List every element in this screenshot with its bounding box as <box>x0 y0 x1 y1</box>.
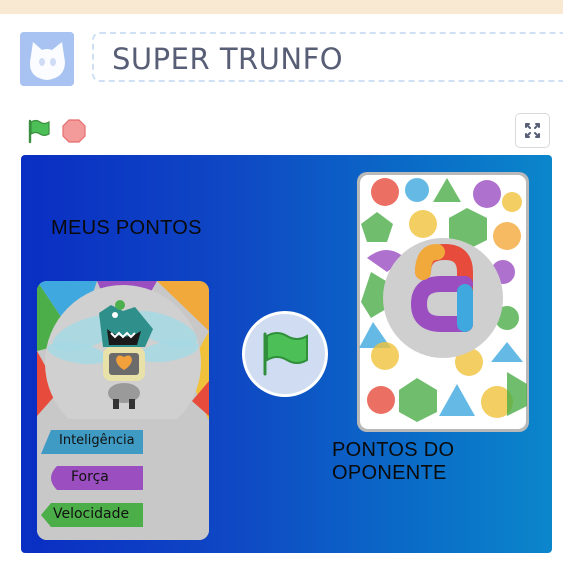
project-title-field[interactable]: SUPER TRUNFO <box>92 32 563 82</box>
stage[interactable]: MEUS PONTOS Inteligência Força Velocidad… <box>21 155 552 553</box>
stat-label: Força <box>71 469 109 485</box>
stop-button[interactable] <box>62 119 86 143</box>
project-title[interactable]: SUPER TRUNFO <box>112 42 343 76</box>
stop-icon <box>62 119 86 143</box>
top-strip <box>0 0 563 14</box>
stat-label: Velocidade <box>53 506 130 522</box>
scratch-cat-icon <box>20 32 74 86</box>
stat-label: Inteligência <box>59 433 135 448</box>
my-points-label: MEUS PONTOS <box>51 217 202 239</box>
fullscreen-icon <box>525 123 540 138</box>
fullscreen-button[interactable] <box>515 113 550 148</box>
opponent-points-label: PONTOS DO OPONENTE <box>332 439 455 484</box>
green-flag-icon <box>263 332 308 376</box>
my-card-art <box>37 281 209 540</box>
green-flag-icon <box>28 119 50 144</box>
play-button[interactable] <box>242 311 328 397</box>
my-card[interactable]: Inteligência Força Velocidade <box>37 281 209 540</box>
opponent-card[interactable] <box>357 172 529 432</box>
project-thumbnail <box>20 32 74 86</box>
opponent-card-pattern <box>359 175 527 429</box>
green-flag-button[interactable] <box>26 118 52 144</box>
